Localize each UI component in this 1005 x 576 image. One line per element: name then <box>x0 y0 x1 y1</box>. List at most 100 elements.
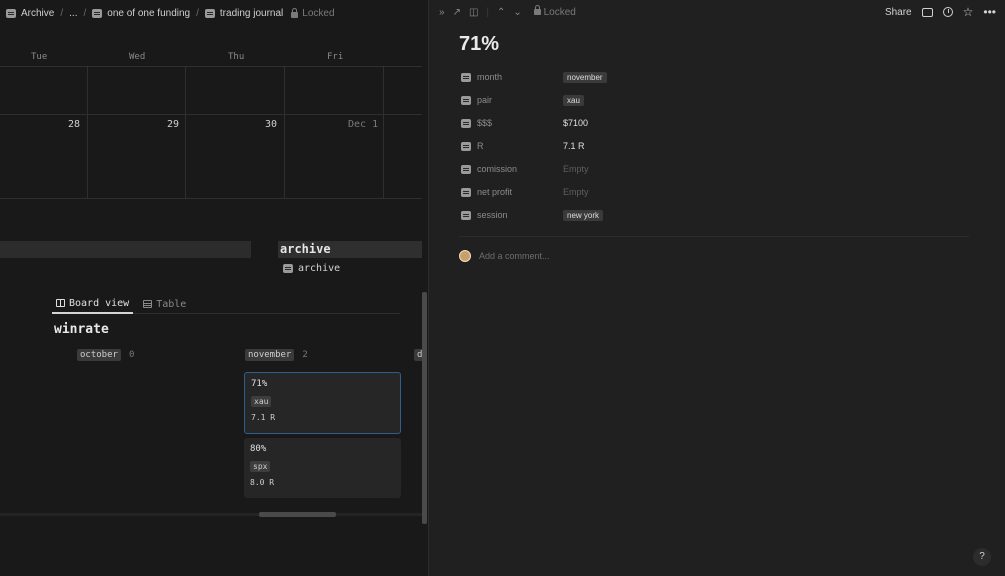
tab-table[interactable]: Table <box>139 294 190 314</box>
next-page-icon[interactable]: ⌄ <box>513 7 521 18</box>
breadcrumb-separator: / <box>60 7 64 19</box>
property-net-profit[interactable]: net profit Empty <box>461 185 761 199</box>
highlight-band <box>0 241 251 258</box>
breadcrumb-item-trading-journal[interactable]: trading journal <box>204 7 284 19</box>
tab-label: Board view <box>69 297 130 309</box>
board-group-november[interactable]: november 2 <box>245 349 308 361</box>
group-count: 0 <box>128 350 135 360</box>
card-title: 71% <box>251 379 268 389</box>
page-icon <box>283 264 293 273</box>
card-r-value: 8.0 R <box>250 478 275 487</box>
breadcrumb-label: Archive <box>21 7 55 19</box>
property-value[interactable]: 7.1 R <box>563 141 585 151</box>
card-r-value: 7.1 R <box>251 413 276 422</box>
breadcrumb-label: one of one funding <box>107 7 191 19</box>
locked-indicator[interactable]: Locked <box>533 5 576 18</box>
property-label: R <box>477 141 484 151</box>
lock-icon <box>533 5 541 15</box>
expand-icon[interactable]: ↗ <box>453 7 461 18</box>
card-pair-tag: spx <box>250 461 271 472</box>
table-icon <box>143 300 153 308</box>
page-icon <box>6 8 16 18</box>
favorite-star-icon[interactable]: ☆ <box>963 5 974 19</box>
group-tag: november <box>245 349 295 361</box>
property-pair[interactable]: pair xau <box>461 93 761 107</box>
breadcrumb-label: ... <box>69 7 78 19</box>
board-group-october[interactable]: october 0 <box>77 349 134 361</box>
property-value[interactable]: xau <box>563 94 584 106</box>
property-label: session <box>477 210 508 220</box>
previous-page-icon[interactable]: ⌃ <box>497 7 505 18</box>
calendar-day-header: Fri <box>327 52 344 62</box>
locked-indicator[interactable]: Locked <box>291 7 335 19</box>
calendar-date[interactable]: 30 <box>265 119 277 130</box>
calendar-date[interactable]: Dec 1 <box>348 119 378 130</box>
page-icon <box>204 8 215 18</box>
more-options-icon[interactable]: ••• <box>983 5 996 19</box>
property-month[interactable]: month november <box>461 70 761 84</box>
card-pair-tag: xau <box>251 396 272 407</box>
property-r[interactable]: R 7.1 R <box>461 139 761 153</box>
property-label: month <box>477 72 503 82</box>
calendar-gridline <box>284 66 285 198</box>
calendar-date[interactable]: 28 <box>68 119 80 130</box>
property-icon <box>461 187 471 197</box>
group-count: 2 <box>302 350 308 360</box>
property-value[interactable]: Empty <box>563 164 589 174</box>
archive-page-link[interactable]: archive <box>283 263 340 274</box>
calendar-day-header: Wed <box>129 52 146 62</box>
comment-icon[interactable] <box>921 7 933 17</box>
card-title: 80% <box>250 444 267 454</box>
archive-link-label: archive <box>298 263 341 274</box>
property-value[interactable]: new york <box>563 209 604 221</box>
vertical-scrollbar[interactable] <box>422 292 427 524</box>
property-label: $$$ <box>477 118 493 128</box>
property-value[interactable]: november <box>563 71 607 83</box>
property-icon <box>461 118 471 128</box>
history-icon[interactable] <box>942 7 953 17</box>
breadcrumb-item-archive[interactable]: Archive <box>6 8 54 19</box>
open-as-page-icon[interactable]: ◫ <box>469 7 478 18</box>
property-icon <box>461 164 471 174</box>
calendar-day-header: Tue <box>31 52 48 62</box>
tab-board-view[interactable]: Board view <box>52 294 134 314</box>
group-tag: october <box>77 349 121 361</box>
archive-heading: archive <box>280 242 331 256</box>
comment-input[interactable]: Add a comment... <box>459 250 550 262</box>
page-icon <box>92 8 103 18</box>
calendar-gridline <box>87 66 88 198</box>
locked-label: Locked <box>302 7 335 19</box>
locked-label: Locked <box>543 7 576 18</box>
breadcrumb: Archive / ... / one of one funding / tra… <box>0 0 428 26</box>
view-tabs: Board view Table <box>52 294 400 314</box>
lock-icon <box>291 7 299 18</box>
share-button[interactable]: Share <box>885 7 912 18</box>
breadcrumb-label: trading journal <box>219 7 284 19</box>
property-value[interactable]: $7100 <box>563 118 588 128</box>
property-comission[interactable]: comission Empty <box>461 162 761 176</box>
property-icon <box>461 210 471 220</box>
calendar-gridline <box>185 66 186 198</box>
property-icon <box>461 72 471 82</box>
board-card[interactable]: 71% xau 7.1 R <box>244 372 401 434</box>
property-value[interactable]: Empty <box>563 187 589 197</box>
horizontal-scrollbar[interactable] <box>259 512 336 517</box>
main-page: Archive / ... / one of one funding / tra… <box>0 0 428 576</box>
calendar-date[interactable]: 29 <box>167 119 179 130</box>
page-title[interactable]: 71% <box>459 33 499 56</box>
breadcrumb-item-ellipsis[interactable]: ... <box>69 8 77 19</box>
property-icon <box>461 95 471 105</box>
property-session[interactable]: session new york <box>461 208 761 222</box>
avatar <box>459 250 471 262</box>
help-button[interactable]: ? <box>973 548 991 566</box>
breadcrumb-item-funding[interactable]: one of one funding <box>92 8 190 19</box>
property-label: net profit <box>477 187 513 197</box>
calendar-gridline <box>0 66 422 67</box>
horizontal-scrollbar-track <box>0 513 422 516</box>
board-card[interactable]: 80% spx 8.0 R <box>244 438 401 498</box>
property-icon <box>461 141 471 151</box>
properties-divider <box>459 236 969 237</box>
property-money[interactable]: $$$ $7100 <box>461 116 761 130</box>
calendar-day-header: Thu <box>228 52 245 62</box>
close-peek-icon[interactable]: » <box>439 7 445 18</box>
